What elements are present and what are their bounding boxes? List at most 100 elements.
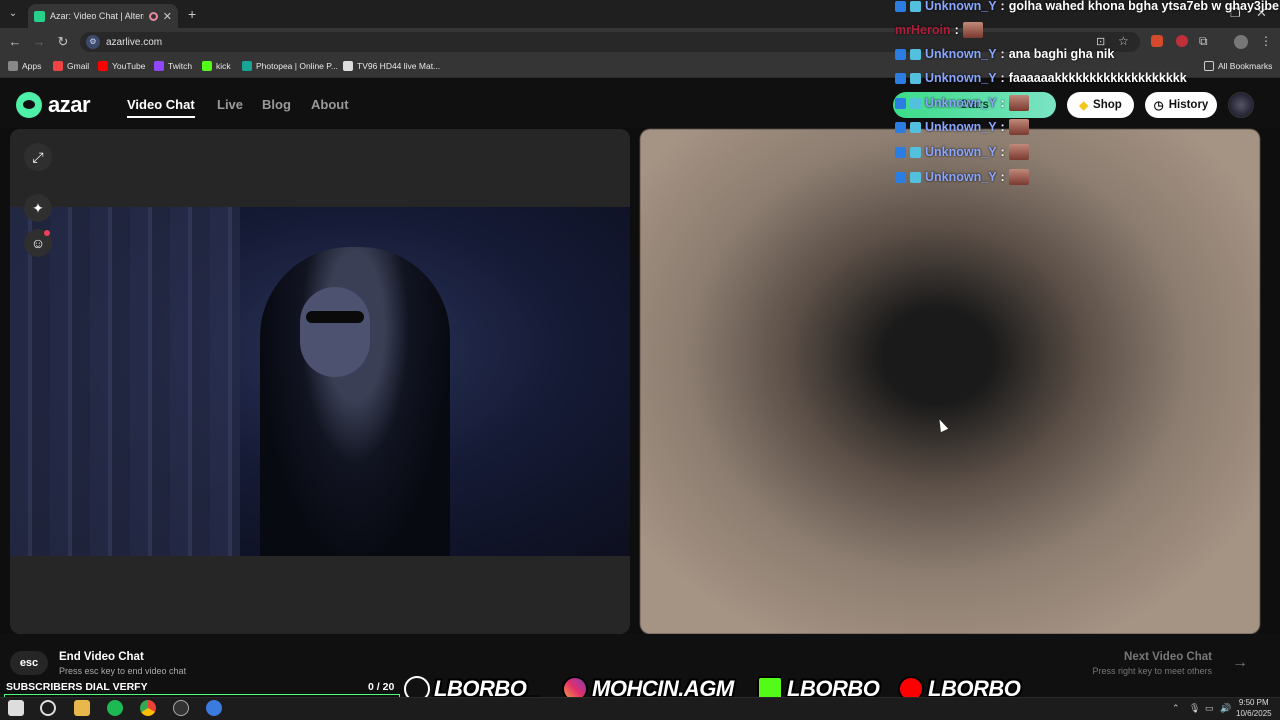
badge-icon [895, 0, 906, 12]
app-icon[interactable] [206, 700, 222, 716]
tab-search-icon[interactable]: ⌄ [6, 8, 20, 22]
self-video-feed [10, 207, 630, 556]
bookmark-youtube[interactable]: YouTube [98, 61, 145, 71]
badge-icon [910, 146, 921, 158]
clock-date: 10/6/2025 [1236, 709, 1272, 718]
nav-about[interactable]: About [311, 97, 349, 112]
apps-grid-icon [8, 61, 18, 71]
nav-live[interactable]: Live [217, 97, 243, 112]
clock-icon: ◷ [1153, 100, 1164, 112]
badge-icon [910, 72, 921, 84]
youtube-icon [98, 61, 108, 71]
file-explorer-icon[interactable] [74, 700, 90, 716]
subscriber-goal-label: SUBSCRIBERS DIAL VERFY [6, 681, 148, 693]
emote-icon [1008, 95, 1029, 111]
chrome-icon[interactable] [140, 700, 156, 716]
bookmark-kick[interactable]: kick [202, 61, 231, 71]
next-video-chat-hint: Press right key to meet others [1092, 666, 1212, 676]
next-video-chat[interactable]: Next Video Chat Press right key to meet … [1040, 651, 1212, 676]
badge-icon [910, 0, 921, 12]
bookmark-tv96[interactable]: TV96 HD44 live Mat... [343, 61, 440, 71]
photopea-icon [242, 61, 252, 71]
clock-time: 9:50 PM [1238, 698, 1269, 707]
extensions-puzzle-icon[interactable]: ⧉ [1199, 34, 1208, 49]
azar-logo[interactable]: azar [16, 92, 91, 118]
emote-icon [1008, 144, 1029, 160]
search-icon[interactable] [40, 700, 56, 716]
network-icon[interactable]: ▭ [1205, 703, 1214, 714]
end-video-chat[interactable]: End Video Chat Press esc key to end vide… [59, 651, 186, 676]
extension-icon[interactable] [1151, 35, 1163, 47]
badge-icon [895, 146, 906, 158]
nav-blog[interactable]: Blog [262, 97, 291, 112]
bookmark-twitch[interactable]: Twitch [154, 61, 192, 71]
end-video-chat-hint: Press esc key to end video chat [59, 666, 187, 676]
badge-icon [910, 121, 921, 133]
site-info-icon[interactable]: ⚙ [86, 35, 100, 49]
bookmark-photopea[interactable]: Photopea | Online P... [242, 61, 338, 71]
badge-icon [895, 121, 906, 133]
tab-title: Azar: Video Chat | Alternati [50, 11, 144, 21]
chat-message: mrHeroin: [895, 20, 983, 40]
emote-icon [962, 22, 983, 38]
shop-button[interactable]: ◆ Shop [1067, 92, 1134, 118]
reload-icon[interactable]: ↻ [55, 34, 71, 50]
bookmark-apps[interactable]: Apps [8, 61, 41, 71]
badge-icon [910, 48, 921, 60]
expand-icon[interactable]: ⤢ [24, 143, 52, 171]
gmail-icon [53, 61, 63, 71]
nav-video-chat[interactable]: Video Chat [127, 97, 195, 118]
badge-icon [895, 72, 906, 84]
bookmark-star-icon[interactable]: ☆ [1118, 34, 1129, 48]
kick-icon [202, 61, 212, 71]
emote-icon [1008, 119, 1029, 135]
url-text: azarlive.com [106, 36, 163, 48]
taskbar-clock[interactable]: 9:50 PM 10/6/2025 [1236, 697, 1272, 719]
next-video-chat-title: Next Video Chat [1124, 651, 1212, 663]
effects-sparkle-icon[interactable]: ✦ [24, 194, 52, 222]
chat-message: Unknown_Y: ana baghi gha nik [895, 44, 1114, 64]
chat-message: Unknown_Y: [895, 167, 1029, 187]
browser-tab[interactable]: Azar: Video Chat | Alternati ✕ [28, 4, 178, 28]
all-bookmarks[interactable]: All Bookmarks [1204, 61, 1272, 71]
badge-icon [895, 97, 906, 109]
chat-message: Unknown_Y: faaaaaakkkkkkkkkkkkkkkkkkk [895, 68, 1187, 88]
badge-icon [895, 48, 906, 60]
user-avatar[interactable] [1228, 92, 1254, 118]
close-tab-icon[interactable]: ✕ [163, 10, 172, 23]
bookmark-gmail[interactable]: Gmail [53, 61, 89, 71]
folder-icon [1204, 61, 1214, 71]
notification-dot [44, 230, 50, 236]
peer-video-feed [640, 129, 1260, 634]
emote-icon [1008, 169, 1029, 185]
badge-icon [895, 171, 906, 183]
obs-icon[interactable] [173, 700, 189, 716]
badge-icon [910, 97, 921, 109]
next-arrow-icon[interactable]: → [1228, 651, 1252, 675]
esc-button[interactable]: esc [10, 651, 48, 675]
history-button[interactable]: ◷ History [1145, 92, 1217, 118]
windows-start-icon[interactable] [8, 700, 24, 716]
diamond-icon: ◆ [1079, 100, 1089, 112]
microphone-icon[interactable]: 🎙 [1189, 703, 1200, 714]
back-icon[interactable]: ← [7, 34, 23, 50]
volume-icon[interactable]: 🔊 [1220, 703, 1231, 714]
forward-icon[interactable]: → [31, 34, 47, 50]
os-taskbar [0, 697, 1280, 720]
twitch-icon [154, 61, 164, 71]
azar-logo-icon [16, 92, 42, 118]
chat-message: Unknown_Y: [895, 142, 1029, 162]
badge-icon [910, 171, 921, 183]
extension-icon[interactable] [1176, 35, 1188, 47]
chat-message: Unknown_Y: [895, 93, 1029, 113]
chat-message: Unknown_Y: golha wahed khona bgha ytsa7e… [895, 0, 1279, 16]
spotify-icon[interactable] [107, 700, 123, 716]
azar-favicon-icon [34, 10, 45, 22]
recording-icon [148, 11, 158, 21]
subscriber-goal-count: 0 / 20 [368, 681, 395, 693]
tray-chevron-icon[interactable]: ⌃ [1172, 703, 1180, 714]
new-tab-icon[interactable]: + [188, 6, 196, 22]
chat-message: Unknown_Y: [895, 117, 1029, 137]
profile-avatar-icon[interactable] [1234, 35, 1248, 49]
browser-menu-icon[interactable]: ⋮ [1260, 34, 1272, 48]
